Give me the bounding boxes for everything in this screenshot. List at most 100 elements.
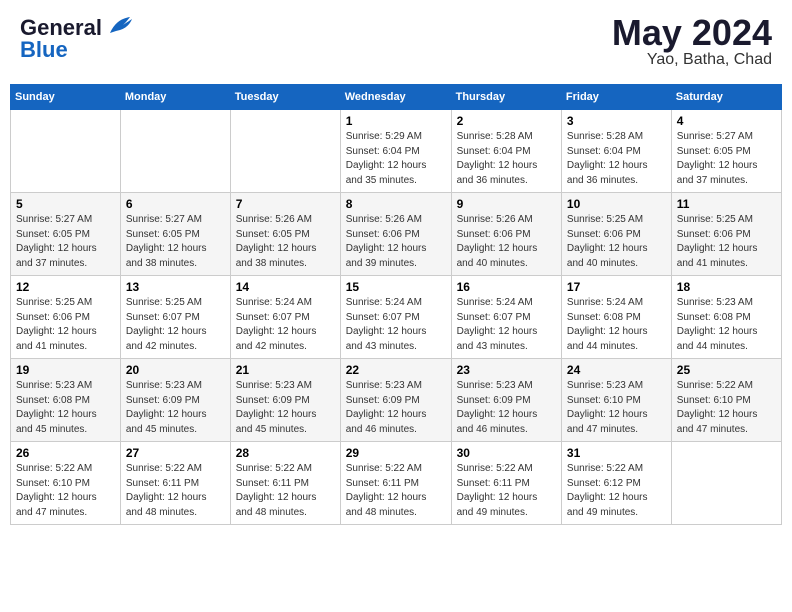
title-block: May 2024 Yao, Batha, Chad: [612, 15, 772, 69]
calendar-cell: [230, 110, 340, 193]
day-number: 22: [346, 363, 446, 377]
month-title: May 2024: [612, 15, 772, 51]
day-number: 2: [457, 114, 556, 128]
logo: General Blue: [20, 15, 134, 63]
calendar-cell: 22 Sunrise: 5:23 AM Sunset: 6:09 PM Dayli…: [340, 359, 451, 442]
calendar-cell: 19Sunrise: 5:23 AM Sunset: 6:08 PM Dayli…: [11, 359, 121, 442]
day-number: 16: [457, 280, 556, 294]
day-info: Sunrise: 5:27 AM Sunset: 6:05 PM Dayligh…: [126, 213, 225, 271]
calendar-cell: 10Sunrise: 5:25 AM Sunset: 6:06 PM Dayli…: [561, 193, 671, 276]
day-number: 27: [126, 446, 225, 460]
day-info: Sunrise: 5:22 AM Sunset: 6:11 PM Dayligh…: [346, 462, 446, 520]
calendar-cell: [11, 110, 121, 193]
day-info: Sunrise: 5:24 AM Sunset: 6:07 PM Dayligh…: [346, 296, 446, 354]
calendar-cell: 18 Sunrise: 5:23 AM Sunset: 6:08 PM Dayli…: [671, 276, 781, 359]
day-number: 11: [677, 197, 776, 211]
day-number: 28: [236, 446, 335, 460]
calendar-cell: 21Sunrise: 5:23 AM Sunset: 6:09 PM Dayli…: [230, 359, 340, 442]
calendar-cell: 8 Sunrise: 5:26 AM Sunset: 6:06 PM Daylig…: [340, 193, 451, 276]
day-info: Sunrise: 5:22 AM Sunset: 6:10 PM Dayligh…: [16, 462, 115, 520]
day-number: 13: [126, 280, 225, 294]
day-number: 12: [16, 280, 115, 294]
day-info: Sunrise: 5:29 AM Sunset: 6:04 PM Dayligh…: [346, 130, 446, 188]
day-info: Sunrise: 5:23 AM Sunset: 6:09 PM Dayligh…: [457, 379, 556, 437]
day-info: Sunrise: 5:27 AM Sunset: 6:05 PM Dayligh…: [677, 130, 776, 188]
day-info: Sunrise: 5:22 AM Sunset: 6:11 PM Dayligh…: [457, 462, 556, 520]
day-info: Sunrise: 5:23 AM Sunset: 6:08 PM Dayligh…: [677, 296, 776, 354]
header: General Blue May 2024 Yao, Batha, Chad: [10, 10, 782, 74]
day-info: Sunrise: 5:22 AM Sunset: 6:12 PM Dayligh…: [567, 462, 666, 520]
day-number: 7: [236, 197, 335, 211]
calendar-cell: 3Sunrise: 5:28 AM Sunset: 6:04 PM Daylig…: [561, 110, 671, 193]
day-info: Sunrise: 5:24 AM Sunset: 6:07 PM Dayligh…: [236, 296, 335, 354]
calendar-cell: 26 Sunrise: 5:22 AM Sunset: 6:10 PM Dayli…: [11, 442, 121, 525]
calendar-cell: 16 Sunrise: 5:24 AM Sunset: 6:07 PM Dayli…: [451, 276, 561, 359]
location: Yao, Batha, Chad: [612, 51, 772, 69]
calendar-cell: 5Sunrise: 5:27 AM Sunset: 6:05 PM Daylig…: [11, 193, 121, 276]
day-number: 30: [457, 446, 556, 460]
weekday-header-saturday: Saturday: [671, 85, 781, 110]
calendar-cell: 2 Sunrise: 5:28 AM Sunset: 6:04 PM Daylig…: [451, 110, 561, 193]
day-info: Sunrise: 5:26 AM Sunset: 6:06 PM Dayligh…: [457, 213, 556, 271]
weekday-header-monday: Monday: [120, 85, 230, 110]
calendar-cell: [671, 442, 781, 525]
day-info: Sunrise: 5:24 AM Sunset: 6:07 PM Dayligh…: [457, 296, 556, 354]
day-info: Sunrise: 5:28 AM Sunset: 6:04 PM Dayligh…: [457, 130, 556, 188]
calendar-cell: 25 Sunrise: 5:22 AM Sunset: 6:10 PM Dayli…: [671, 359, 781, 442]
calendar-cell: 7Sunrise: 5:26 AM Sunset: 6:05 PM Daylig…: [230, 193, 340, 276]
day-info: Sunrise: 5:26 AM Sunset: 6:06 PM Dayligh…: [346, 213, 446, 271]
calendar-cell: 28 Sunrise: 5:22 AM Sunset: 6:11 PM Dayli…: [230, 442, 340, 525]
calendar-cell: 20 Sunrise: 5:23 AM Sunset: 6:09 PM Dayli…: [120, 359, 230, 442]
day-number: 26: [16, 446, 115, 460]
calendar-cell: 4 Sunrise: 5:27 AM Sunset: 6:05 PM Daylig…: [671, 110, 781, 193]
weekday-header-tuesday: Tuesday: [230, 85, 340, 110]
calendar-cell: 11Sunrise: 5:25 AM Sunset: 6:06 PM Dayli…: [671, 193, 781, 276]
day-info: Sunrise: 5:22 AM Sunset: 6:10 PM Dayligh…: [677, 379, 776, 437]
calendar-cell: [120, 110, 230, 193]
calendar-cell: 6 Sunrise: 5:27 AM Sunset: 6:05 PM Daylig…: [120, 193, 230, 276]
day-number: 31: [567, 446, 666, 460]
day-info: Sunrise: 5:25 AM Sunset: 6:07 PM Dayligh…: [126, 296, 225, 354]
weekday-header-friday: Friday: [561, 85, 671, 110]
day-number: 1: [346, 114, 446, 128]
calendar-cell: 17Sunrise: 5:24 AM Sunset: 6:08 PM Dayli…: [561, 276, 671, 359]
day-info: Sunrise: 5:23 AM Sunset: 6:09 PM Dayligh…: [126, 379, 225, 437]
day-number: 19: [16, 363, 115, 377]
calendar-cell: 23 Sunrise: 5:23 AM Sunset: 6:09 PM Dayli…: [451, 359, 561, 442]
day-number: 6: [126, 197, 225, 211]
day-number: 15: [346, 280, 446, 294]
day-number: 24: [567, 363, 666, 377]
day-number: 4: [677, 114, 776, 128]
calendar-week-1: 1 Sunrise: 5:29 AM Sunset: 6:04 PM Daylig…: [11, 110, 782, 193]
day-number: 18: [677, 280, 776, 294]
day-info: Sunrise: 5:25 AM Sunset: 6:06 PM Dayligh…: [16, 296, 115, 354]
calendar-week-5: 26 Sunrise: 5:22 AM Sunset: 6:10 PM Dayli…: [11, 442, 782, 525]
day-number: 20: [126, 363, 225, 377]
day-number: 9: [457, 197, 556, 211]
calendar-week-3: 12 Sunrise: 5:25 AM Sunset: 6:06 PM Dayli…: [11, 276, 782, 359]
day-info: Sunrise: 5:22 AM Sunset: 6:11 PM Dayligh…: [126, 462, 225, 520]
calendar-week-4: 19Sunrise: 5:23 AM Sunset: 6:08 PM Dayli…: [11, 359, 782, 442]
weekday-header-thursday: Thursday: [451, 85, 561, 110]
day-info: Sunrise: 5:28 AM Sunset: 6:04 PM Dayligh…: [567, 130, 666, 188]
calendar-cell: 1 Sunrise: 5:29 AM Sunset: 6:04 PM Daylig…: [340, 110, 451, 193]
calendar-cell: 9 Sunrise: 5:26 AM Sunset: 6:06 PM Daylig…: [451, 193, 561, 276]
calendar-header-row: SundayMondayTuesdayWednesdayThursdayFrid…: [11, 85, 782, 110]
day-number: 23: [457, 363, 556, 377]
day-number: 21: [236, 363, 335, 377]
logo-blue: Blue: [20, 37, 68, 63]
calendar-cell: 15 Sunrise: 5:24 AM Sunset: 6:07 PM Dayli…: [340, 276, 451, 359]
weekday-header-wednesday: Wednesday: [340, 85, 451, 110]
day-info: Sunrise: 5:22 AM Sunset: 6:11 PM Dayligh…: [236, 462, 335, 520]
day-info: Sunrise: 5:23 AM Sunset: 6:10 PM Dayligh…: [567, 379, 666, 437]
day-number: 10: [567, 197, 666, 211]
calendar-cell: 14Sunrise: 5:24 AM Sunset: 6:07 PM Dayli…: [230, 276, 340, 359]
day-number: 8: [346, 197, 446, 211]
calendar-cell: 31 Sunrise: 5:22 AM Sunset: 6:12 PM Dayli…: [561, 442, 671, 525]
day-info: Sunrise: 5:27 AM Sunset: 6:05 PM Dayligh…: [16, 213, 115, 271]
day-number: 25: [677, 363, 776, 377]
day-info: Sunrise: 5:23 AM Sunset: 6:09 PM Dayligh…: [346, 379, 446, 437]
logo-bird-icon: [106, 15, 134, 37]
day-number: 17: [567, 280, 666, 294]
calendar-week-2: 5Sunrise: 5:27 AM Sunset: 6:05 PM Daylig…: [11, 193, 782, 276]
